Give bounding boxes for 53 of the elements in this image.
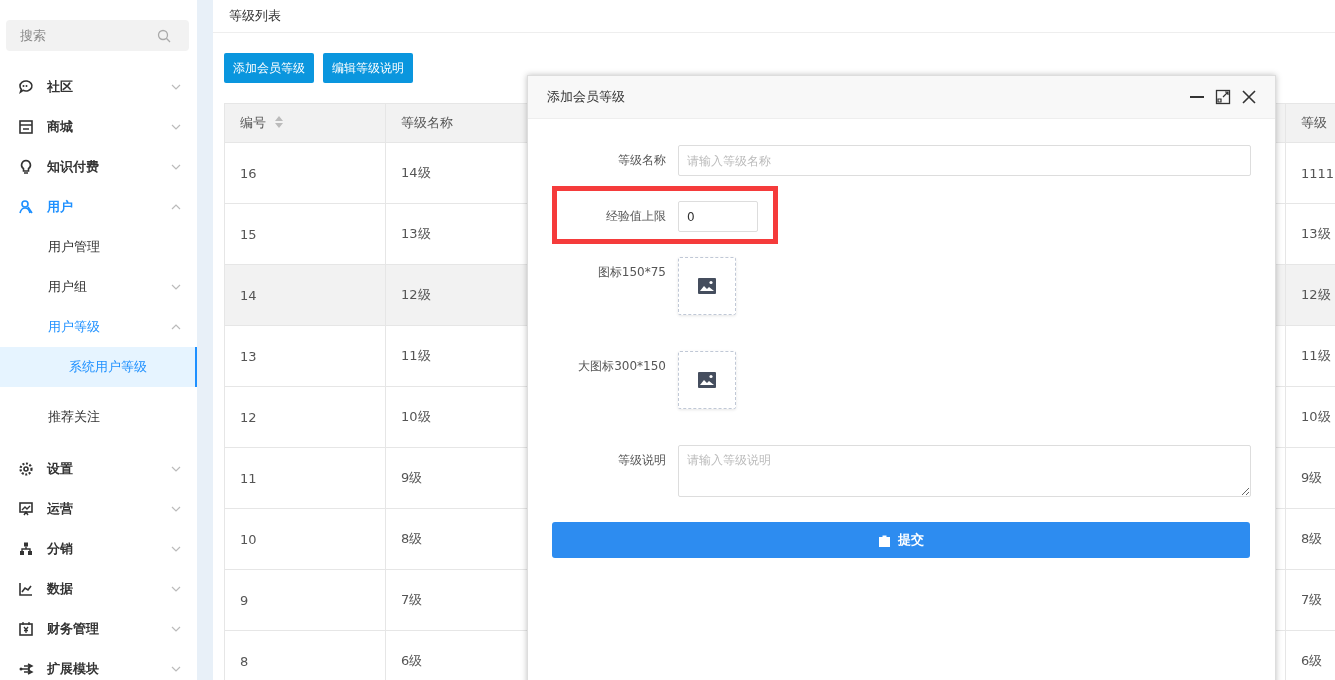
- column-header[interactable]: 编号: [224, 103, 386, 143]
- table-cell: 15: [224, 203, 386, 265]
- sidebar-item[interactable]: 用户组: [0, 267, 197, 307]
- input-field[interactable]: 0: [678, 201, 758, 232]
- image-icon: [698, 278, 716, 294]
- menu-item-icon: [18, 541, 34, 557]
- sidebar-item[interactable]: 推荐关注: [0, 397, 197, 437]
- sidebar-item[interactable]: 商城: [0, 107, 197, 147]
- sidebar-item[interactable]: 社区: [0, 67, 197, 107]
- sidebar-item[interactable]: 运营: [0, 489, 197, 529]
- field-label: 图标150*75: [596, 264, 667, 281]
- table-cell: 9: [224, 569, 386, 631]
- table-cell: 8: [224, 630, 386, 680]
- field-label: 大图标300*150: [577, 358, 667, 375]
- field-label: 经验值上限: [605, 208, 667, 225]
- table-cell: 12: [224, 386, 386, 448]
- sidebar-item[interactable]: 数据: [0, 569, 197, 609]
- dialog-title: 添加会员等级: [547, 88, 626, 106]
- menu-item-icon: [18, 79, 34, 95]
- close-icon[interactable]: [1241, 89, 1257, 105]
- field-label: 等级说明: [617, 452, 667, 469]
- table-cell: 16: [224, 142, 386, 204]
- bag-icon: [878, 533, 890, 547]
- sidebar-item[interactable]: 分销: [0, 529, 197, 569]
- table-cell: 12级: [1285, 264, 1335, 326]
- menu-item-icon: [18, 621, 34, 637]
- menu-item-icon: [18, 159, 34, 175]
- menu-item-icon: [18, 501, 34, 517]
- textarea-field[interactable]: 请输入等级说明: [678, 445, 1251, 497]
- menu-item-icon: [18, 199, 34, 215]
- sidebar-item[interactable]: 知识付费: [0, 147, 197, 187]
- sidebar-item[interactable]: 用户管理: [0, 227, 197, 267]
- menu-item-icon: [18, 119, 34, 135]
- sidebar-item[interactable]: 财务管理: [0, 609, 197, 649]
- input-field[interactable]: 请输入等级名称: [678, 145, 1251, 176]
- table-cell: 14: [224, 264, 386, 326]
- menu-item-icon: [18, 461, 34, 477]
- table-cell: 10: [224, 508, 386, 570]
- column-header: 等级: [1285, 103, 1335, 143]
- image-icon: [698, 372, 716, 388]
- search-icon: [157, 28, 171, 43]
- sidebar-item[interactable]: 扩展模块: [0, 649, 197, 680]
- menu-item-icon: [18, 581, 34, 597]
- menu-item-icon: [18, 661, 34, 677]
- table-cell: 11: [224, 447, 386, 509]
- page-title: 等级列表: [213, 0, 1335, 33]
- field-label: 等级名称: [617, 152, 667, 169]
- sort-icon: [274, 116, 284, 128]
- image-upload[interactable]: [678, 257, 736, 315]
- image-upload[interactable]: [678, 351, 736, 409]
- table-cell: 13: [224, 325, 386, 387]
- sidebar-item[interactable]: 设置: [0, 449, 197, 489]
- maximize-icon[interactable]: [1215, 89, 1231, 105]
